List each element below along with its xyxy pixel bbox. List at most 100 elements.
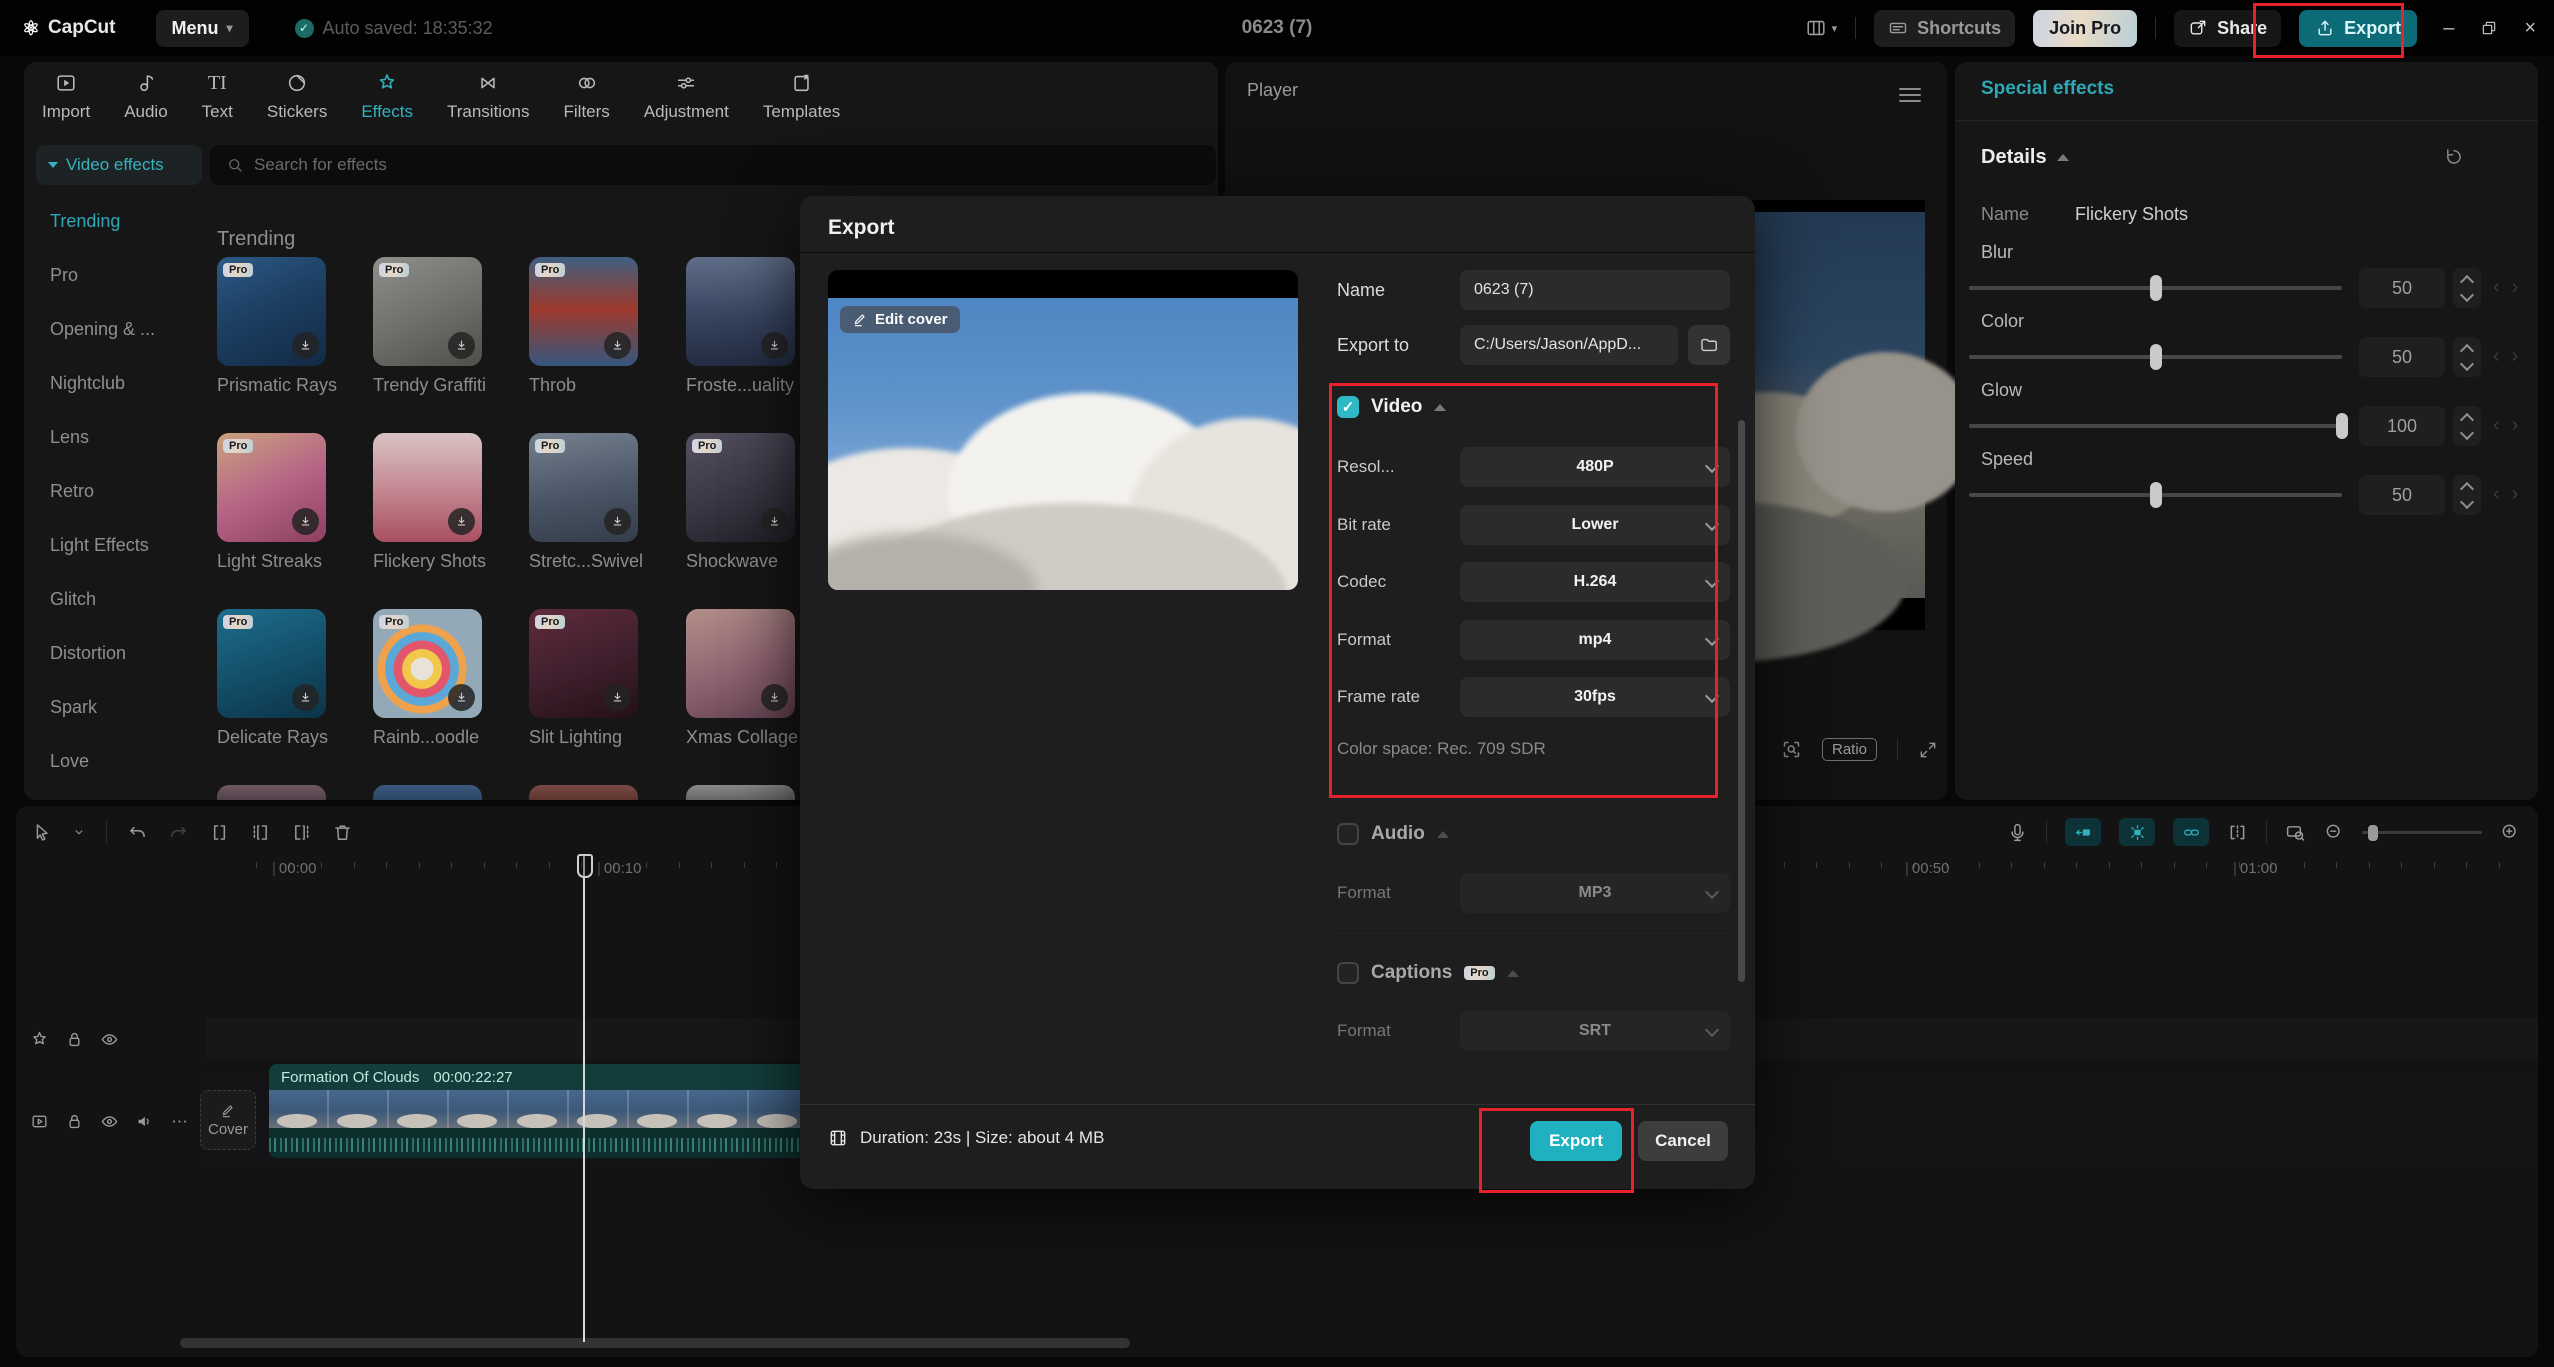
effect-thumbnail[interactable]: Pro: [373, 257, 482, 366]
video-resol----dropdown[interactable]: 480P: [1460, 447, 1730, 487]
edit-cover-button[interactable]: Edit cover: [840, 306, 960, 333]
playhead[interactable]: [577, 854, 593, 1342]
redo-button[interactable]: [168, 822, 189, 843]
video-format-dropdown[interactable]: mp4: [1460, 619, 1730, 660]
video-bit-rate-dropdown[interactable]: Lower: [1460, 504, 1730, 545]
effect-thumbnail[interactable]: [373, 433, 482, 542]
download-icon[interactable]: [292, 508, 319, 535]
split-left-tool[interactable]: [250, 822, 271, 843]
effect-card[interactable]: Froste...uality: [686, 257, 795, 396]
tab-adjustment[interactable]: Adjustment: [644, 70, 729, 122]
effect-card[interactable]: Xmas Collage: [686, 609, 798, 748]
sidebar-item-spark[interactable]: Spark: [24, 680, 200, 734]
export-to-input[interactable]: C:/Users/Jason/AppD...: [1460, 325, 1678, 365]
split-tool[interactable]: [209, 822, 230, 843]
zoom-in-icon[interactable]: [2500, 822, 2520, 842]
effect-thumbnail[interactable]: Pro: [217, 609, 326, 718]
menu-button[interactable]: Menu ▾: [155, 9, 249, 47]
video-checkbox[interactable]: ✓: [1337, 396, 1359, 418]
category-video-effects[interactable]: Video effects: [36, 145, 202, 185]
download-icon[interactable]: [292, 332, 319, 359]
captions-format-dropdown[interactable]: SRT: [1460, 1011, 1730, 1051]
effect-card[interactable]: Pro Shockwave: [686, 433, 795, 572]
slider-thumb[interactable]: [2336, 413, 2348, 439]
effect-thumbnail[interactable]: Pro: [217, 257, 326, 366]
layout-icon[interactable]: ▾: [1805, 17, 1837, 39]
effect-thumbnail[interactable]: Pro: [529, 609, 638, 718]
effect-thumbnail[interactable]: Pro: [373, 609, 482, 718]
video-track-icon[interactable]: [30, 1112, 49, 1131]
playhead-handle[interactable]: [577, 854, 593, 878]
details-header[interactable]: Details: [1981, 146, 2069, 169]
slider-value[interactable]: 100: [2359, 406, 2445, 446]
captions-checkbox[interactable]: [1337, 962, 1359, 984]
tab-effects[interactable]: Effects: [361, 70, 413, 122]
sidebar-item-retro[interactable]: Retro: [24, 464, 200, 518]
toggle-visibility-icon[interactable]: [100, 1112, 119, 1131]
sidebar-item-pro[interactable]: Pro: [24, 248, 200, 302]
effect-thumbnail[interactable]: [686, 609, 795, 718]
undo-button[interactable]: [127, 822, 148, 843]
effect-thumbnail[interactable]: [686, 257, 795, 366]
download-icon[interactable]: [292, 684, 319, 711]
search-input[interactable]: Search for effects: [210, 145, 1216, 185]
sidebar-item-opening------[interactable]: Opening & ...: [24, 302, 200, 356]
effect-card[interactable]: Pro Light Streaks: [217, 433, 326, 572]
link-icon[interactable]: [2173, 818, 2209, 846]
tab-transitions[interactable]: Transitions: [447, 70, 530, 122]
audio-checkbox[interactable]: [1337, 823, 1359, 845]
effect-thumbnail[interactable]: Pro: [529, 433, 638, 542]
effect-thumbnail[interactable]: Pro: [529, 257, 638, 366]
effect-card[interactable]: Pro Prismatic Rays: [217, 257, 337, 396]
export-confirm-button[interactable]: Export: [1530, 1121, 1622, 1161]
ratio-button[interactable]: Ratio: [1822, 738, 1878, 761]
download-icon[interactable]: [761, 332, 788, 359]
shortcuts-button[interactable]: Shortcuts: [1874, 9, 2016, 47]
download-icon[interactable]: [604, 684, 631, 711]
effect-card[interactable]: Pro Throb: [529, 257, 638, 396]
download-icon[interactable]: [448, 508, 475, 535]
sidebar-item-lens[interactable]: Lens: [24, 410, 200, 464]
cover-button[interactable]: Cover: [200, 1090, 256, 1150]
effect-thumbnail[interactable]: Pro: [217, 433, 326, 542]
collapse-icon[interactable]: [1434, 403, 1447, 411]
fullscreen-icon[interactable]: [1918, 740, 1938, 760]
timeline-zoom-slider[interactable]: [2362, 824, 2482, 841]
sidebar-item-light-effects[interactable]: Light Effects: [24, 518, 200, 572]
collapse-icon[interactable]: [1506, 969, 1519, 977]
effect-thumbnail-partial[interactable]: [686, 785, 795, 800]
effect-card[interactable]: Flickery Shots: [373, 433, 486, 572]
chevron-down-icon[interactable]: [72, 825, 86, 839]
audio-format-dropdown[interactable]: MP3: [1460, 873, 1730, 913]
effect-card[interactable]: Pro Slit Lighting: [529, 609, 638, 748]
slider-stepper[interactable]: [2453, 268, 2481, 308]
slider-track[interactable]: [1969, 424, 2342, 428]
effect-thumbnail-partial[interactable]: [217, 785, 326, 800]
mute-track-icon[interactable]: [135, 1112, 154, 1131]
slider-stepper[interactable]: [2453, 337, 2481, 377]
zoom-out-icon[interactable]: [2324, 822, 2344, 842]
download-icon[interactable]: [448, 332, 475, 359]
tab-stickers[interactable]: Stickers: [267, 70, 327, 122]
minimize-button[interactable]: –: [2443, 17, 2454, 40]
tab-text[interactable]: TI Text: [202, 70, 233, 122]
share-button[interactable]: Share: [2174, 9, 2282, 47]
sidebar-item-trending[interactable]: Trending: [24, 194, 200, 248]
sidebar-item-nightclub[interactable]: Nightclub: [24, 356, 200, 410]
restore-button[interactable]: [2480, 19, 2498, 37]
tab-audio[interactable]: Audio: [124, 70, 168, 122]
effect-thumbnail[interactable]: Pro: [686, 433, 795, 542]
collapse-icon[interactable]: [1436, 830, 1449, 838]
more-options-icon[interactable]: [170, 1112, 189, 1131]
browse-folder-button[interactable]: [1688, 325, 1730, 365]
slider-thumb[interactable]: [2149, 482, 2162, 508]
download-icon[interactable]: [604, 332, 631, 359]
magnetic-icon[interactable]: [2119, 818, 2155, 846]
sidebar-item-love[interactable]: Love: [24, 734, 200, 788]
join-pro-button[interactable]: Join Pro: [2033, 9, 2138, 47]
download-icon[interactable]: [761, 508, 788, 535]
tab-special-effects[interactable]: Special effects: [1981, 78, 2114, 100]
split-preview-icon[interactable]: [2227, 822, 2248, 843]
cancel-button[interactable]: Cancel: [1638, 1121, 1728, 1161]
slider-value[interactable]: 50: [2359, 475, 2445, 515]
